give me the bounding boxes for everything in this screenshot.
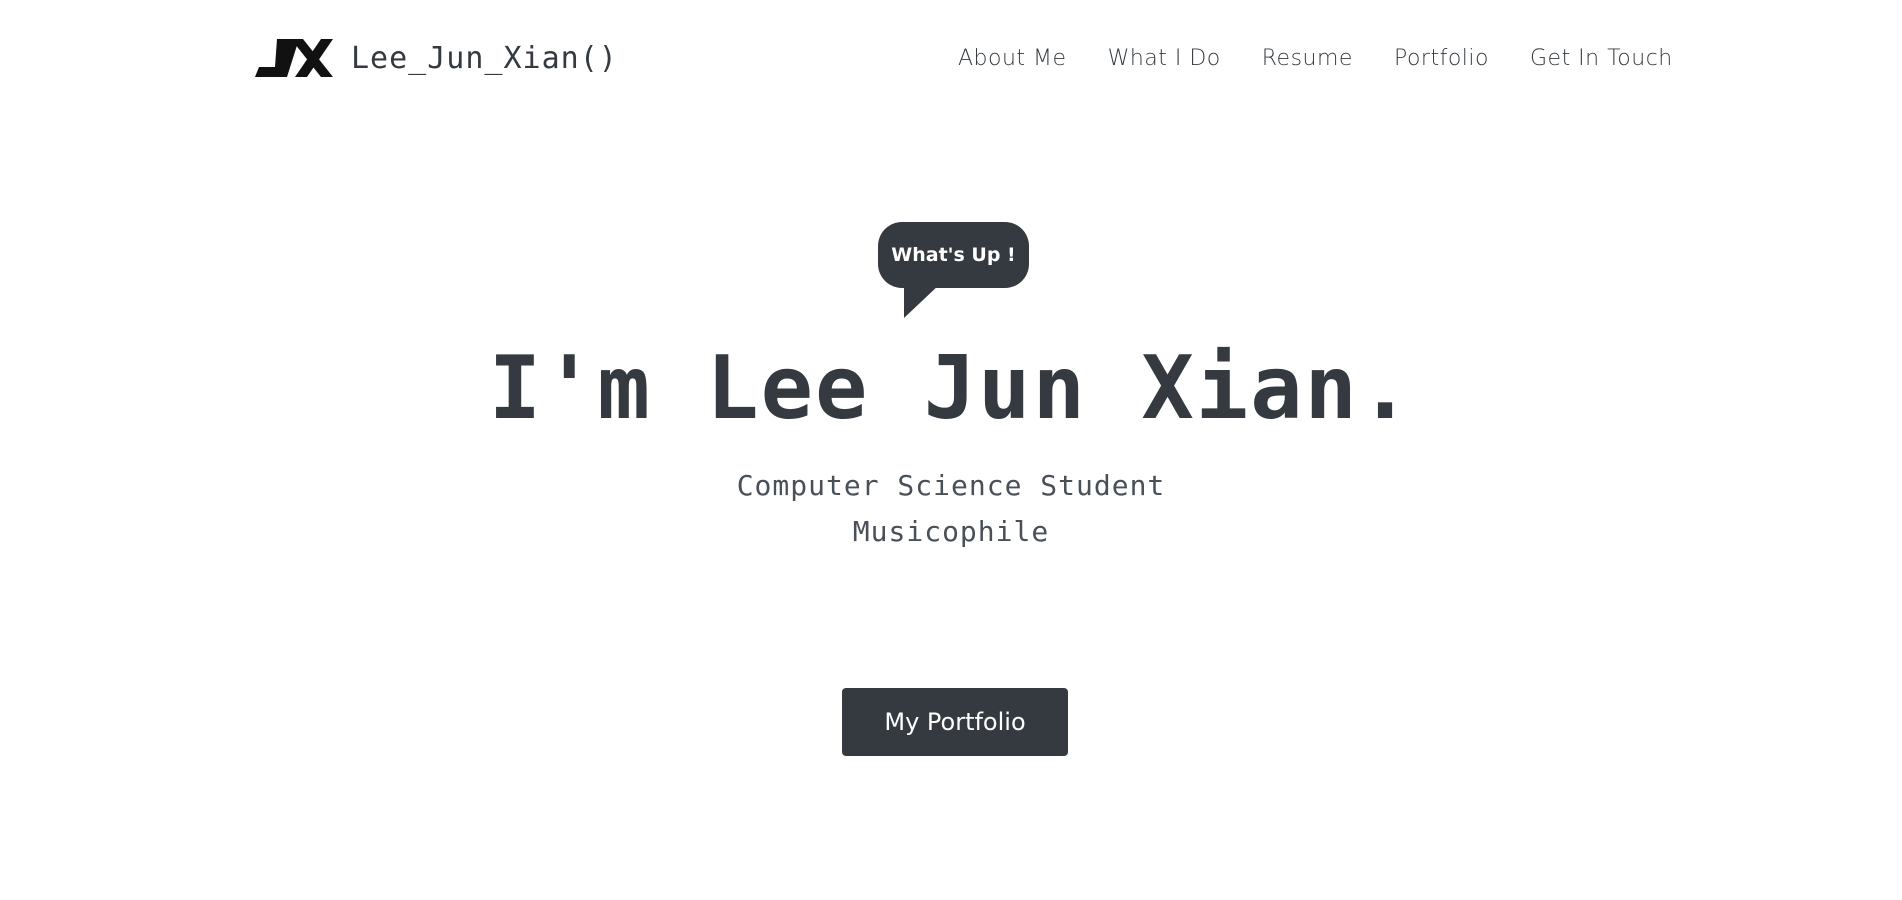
nav-link-about-me[interactable]: About Me [958, 46, 1067, 71]
nav-link-portfolio[interactable]: Portfolio [1394, 46, 1489, 71]
brand-link[interactable]: Lee_Jun_Xian() [255, 30, 618, 86]
speech-bubble-text: What's Up ! [891, 244, 1016, 266]
hero-subtitle-interest: Musicophile [852, 515, 1050, 548]
hero-title: I'm Lee Jun Xian. [488, 337, 1414, 439]
nav-link-get-in-touch[interactable]: Get In Touch [1530, 46, 1673, 71]
speech-bubble: What's Up ! [878, 222, 1029, 318]
brand-name: Lee_Jun_Xian() [351, 40, 618, 76]
nav-menu: About Me What I Do Resume Portfolio Get … [958, 38, 1673, 78]
speech-bubble-tail [904, 284, 940, 318]
hero-subtitle-role: Computer Science Student [736, 469, 1166, 502]
nav-link-what-i-do[interactable]: What I Do [1108, 46, 1221, 71]
nav-link-resume[interactable]: Resume [1262, 46, 1353, 71]
navbar: Lee_Jun_Xian() About Me What I Do Resume… [0, 0, 1902, 116]
hero-section: What's Up ! I'm Lee Jun Xian. Computer S… [0, 116, 1902, 900]
my-portfolio-button[interactable]: My Portfolio [842, 688, 1068, 756]
jx-logo-icon [255, 39, 333, 77]
